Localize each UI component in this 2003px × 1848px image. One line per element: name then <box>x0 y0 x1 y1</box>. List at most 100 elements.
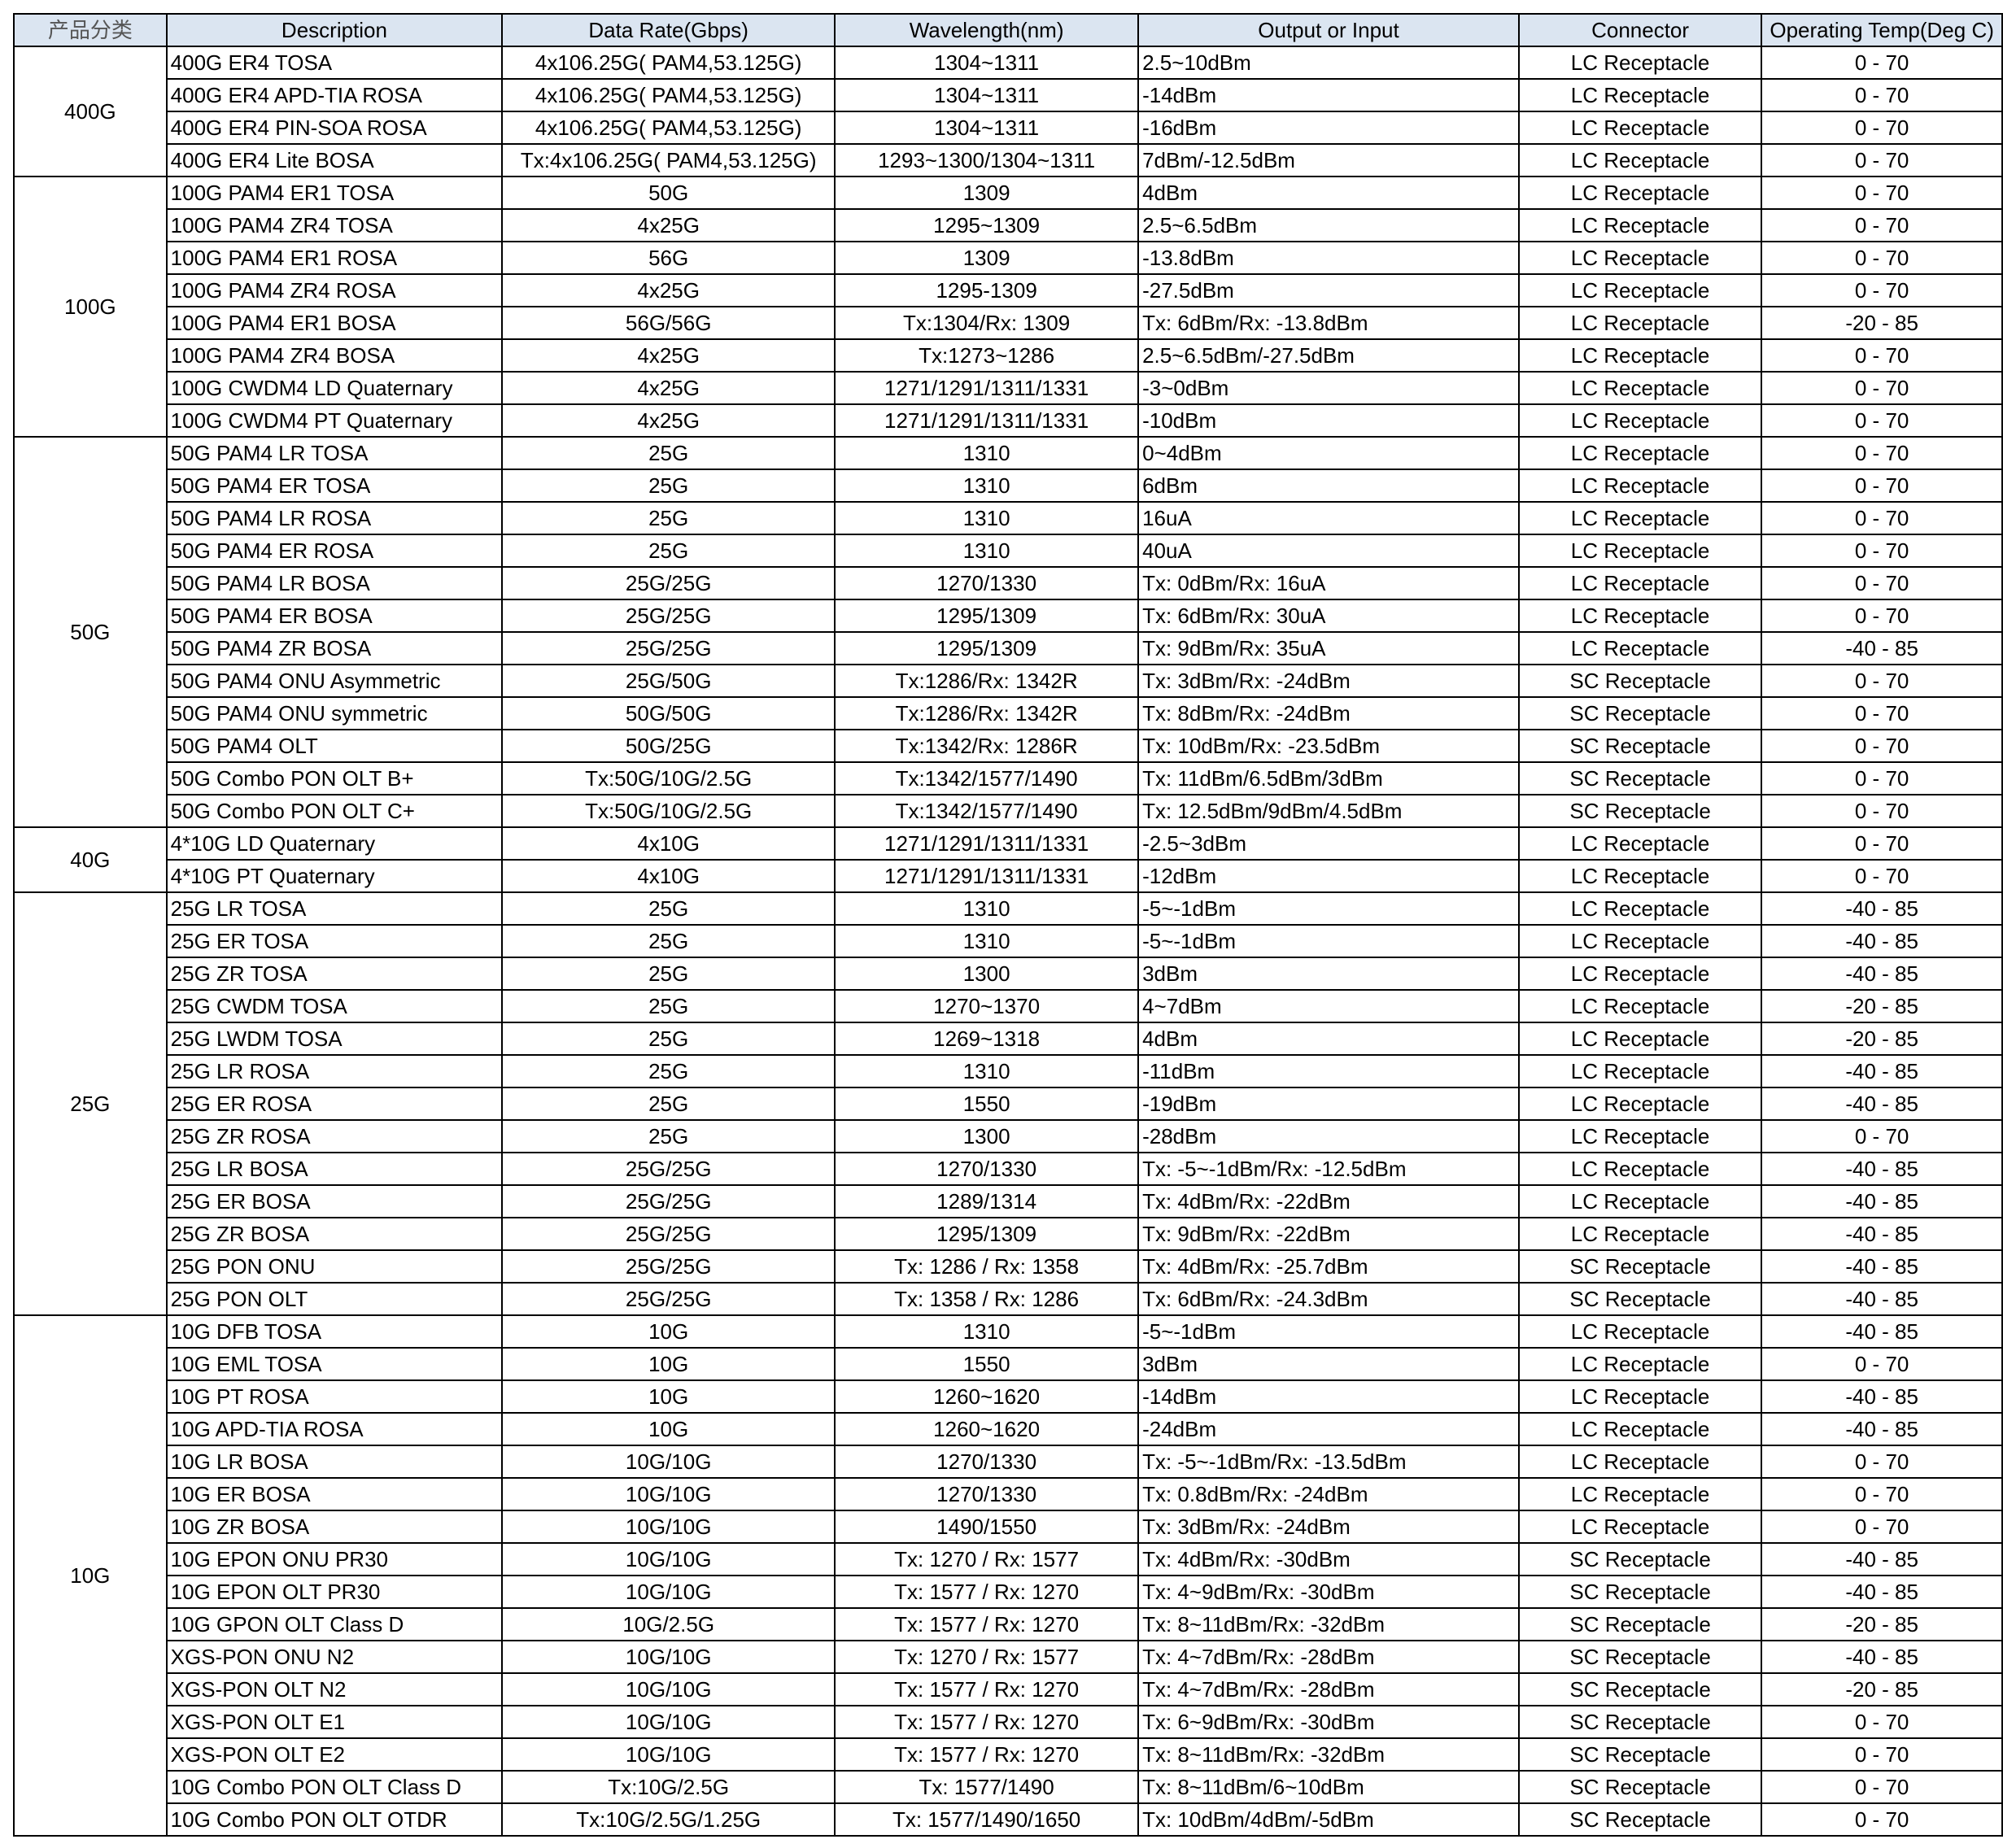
connector-cell: LC Receptacle <box>1517 371 1763 405</box>
operating-temp-cell: 0 - 70 <box>1761 1737 2003 1772</box>
table-row: 25G ZR TOSA 25G 1300 3dBm LC Receptacle -40 -… <box>14 957 2003 991</box>
wavelength-cell: 1270~1370 <box>834 989 1140 1023</box>
output-input-cell: -10dBm <box>1137 403 1520 438</box>
operating-temp-cell: 0 - 70 <box>1761 111 2003 145</box>
operating-temp-cell: 0 - 70 <box>1761 143 2003 177</box>
table-row: 25G LWDM TOSA 25G 1269~1318 4dBm LC Receptac… <box>14 1022 2003 1056</box>
operating-temp-cell: 0 - 70 <box>1761 761 2003 795</box>
data-rate-cell: 10G <box>501 1347 836 1381</box>
operating-temp-cell: -40 - 85 <box>1761 1542 2003 1576</box>
wavelength-cell: 1310 <box>834 501 1140 535</box>
operating-temp-cell: -40 - 85 <box>1761 1184 2003 1218</box>
data-rate-cell: 25G/50G <box>501 664 836 698</box>
data-rate-cell: 25G/25G <box>501 566 836 600</box>
description-cell: 100G CWDM4 PT Quaternary <box>165 403 504 438</box>
data-rate-cell: 4x10G <box>501 826 836 861</box>
connector-cell: SC Receptacle <box>1517 1672 1763 1706</box>
connector-cell: LC Receptacle <box>1517 338 1763 373</box>
table-row: 50G Combo PON OLT C+ Tx:50G/10G/2.5G Tx:13… <box>14 794 2003 828</box>
operating-temp-cell: 0 - 70 <box>1761 46 2003 80</box>
wavelength-cell: 1270/1330 <box>834 1445 1140 1479</box>
category-cell: 40G <box>13 826 168 893</box>
connector-cell: LC Receptacle <box>1517 208 1763 242</box>
description-cell: 10G ER BOSA <box>165 1477 504 1511</box>
data-rate-cell: Tx:50G/10G/2.5G <box>501 761 836 795</box>
operating-temp-cell: 0 - 70 <box>1761 436 2003 470</box>
wavelength-cell: Tx: 1358 / Rx: 1286 <box>834 1282 1140 1316</box>
wavelength-cell: 1269~1318 <box>834 1022 1140 1056</box>
description-cell: 25G ZR TOSA <box>165 957 504 991</box>
operating-temp-cell: 0 - 70 <box>1761 469 2003 503</box>
connector-cell: LC Receptacle <box>1517 501 1763 535</box>
wavelength-cell: Tx: 1577 / Rx: 1270 <box>834 1672 1140 1706</box>
operating-temp-cell: 0 - 70 <box>1761 534 2003 568</box>
description-cell: 10G Combo PON OLT OTDR <box>165 1802 504 1837</box>
output-input-cell: 3dBm <box>1137 957 1520 991</box>
output-input-cell: 3dBm <box>1137 1347 1520 1381</box>
wavelength-cell: Tx: 1286 / Rx: 1358 <box>834 1249 1140 1284</box>
connector-cell: LC Receptacle <box>1517 599 1763 633</box>
operating-temp-cell: 0 - 70 <box>1761 403 2003 438</box>
data-rate-cell: 4x25G <box>501 403 836 438</box>
output-input-cell: Tx: 8~11dBm/Rx: -32dBm <box>1137 1607 1520 1641</box>
data-rate-cell: 10G/10G <box>501 1477 836 1511</box>
description-cell: 25G LR ROSA <box>165 1054 504 1088</box>
table-row: 400G ER4 Lite BOSA Tx:4x106.25G( PAM4,53.… <box>14 143 2003 177</box>
wavelength-cell: 1310 <box>834 436 1140 470</box>
operating-temp-cell: 0 - 70 <box>1761 338 2003 373</box>
operating-temp-cell: -40 - 85 <box>1761 1640 2003 1674</box>
wavelength-cell: Tx: 1577 / Rx: 1270 <box>834 1575 1140 1609</box>
operating-temp-cell: 0 - 70 <box>1761 1510 2003 1544</box>
data-rate-cell: 25G <box>501 1022 836 1056</box>
wavelength-cell: 1270/1330 <box>834 1477 1140 1511</box>
output-input-cell: 16uA <box>1137 501 1520 535</box>
output-input-cell: Tx: 3dBm/Rx: -24dBm <box>1137 664 1520 698</box>
operating-temp-cell: -20 - 85 <box>1761 1672 2003 1706</box>
category-cell: 10G <box>13 1314 168 1837</box>
description-cell: 25G LR TOSA <box>165 891 504 926</box>
header-wavelength: Wavelength(nm) <box>834 13 1140 47</box>
wavelength-cell: 1260~1620 <box>834 1379 1140 1414</box>
connector-cell: SC Receptacle <box>1517 696 1763 730</box>
output-input-cell: Tx: 0dBm/Rx: 16uA <box>1137 566 1520 600</box>
output-input-cell: -2.5~3dBm <box>1137 826 1520 861</box>
operating-temp-cell: 0 - 70 <box>1761 1705 2003 1739</box>
connector-cell: LC Receptacle <box>1517 78 1763 112</box>
wavelength-cell: Tx: 1270 / Rx: 1577 <box>834 1640 1140 1674</box>
data-rate-cell: 25G <box>501 1087 836 1121</box>
connector-cell: LC Receptacle <box>1517 534 1763 568</box>
data-rate-cell: 25G/25G <box>501 631 836 665</box>
description-cell: 10G APD-TIA ROSA <box>165 1412 504 1446</box>
operating-temp-cell: 0 - 70 <box>1761 1477 2003 1511</box>
table-row: 50G PAM4 ER BOSA 25G/25G 1295/1309 Tx: 6dBm… <box>14 599 2003 633</box>
connector-cell: LC Receptacle <box>1517 469 1763 503</box>
output-input-cell: Tx: 6~9dBm/Rx: -30dBm <box>1137 1705 1520 1739</box>
connector-cell: SC Receptacle <box>1517 1770 1763 1804</box>
table-row: 50G PAM4 LR BOSA 25G/25G 1270/1330 Tx: 0dBm… <box>14 566 2003 600</box>
data-rate-cell: 4x106.25G( PAM4,53.125G) <box>501 46 836 80</box>
table-row: 10G GPON OLT Class D 10G/2.5G Tx: 1577 / R… <box>14 1607 2003 1641</box>
operating-temp-cell: -40 - 85 <box>1761 1054 2003 1088</box>
data-rate-cell: 25G <box>501 1054 836 1088</box>
data-rate-cell: 25G <box>501 436 836 470</box>
table-row: 50G PAM4 ZR BOSA 25G/25G 1295/1309 Tx: 9dBm… <box>14 631 2003 665</box>
connector-cell: LC Receptacle <box>1517 1510 1763 1544</box>
connector-cell: LC Receptacle <box>1517 1314 1763 1349</box>
wavelength-cell: 1310 <box>834 534 1140 568</box>
data-rate-cell: 25G/25G <box>501 599 836 633</box>
data-rate-cell: 10G <box>501 1314 836 1349</box>
description-cell: 100G PAM4 ZR4 TOSA <box>165 208 504 242</box>
table-row: 25G 25G LR TOSA 25G 1310 -5~-1dBm LC Receptac… <box>13 891 2003 1316</box>
connector-cell: SC Receptacle <box>1517 1249 1763 1284</box>
output-input-cell: Tx: 12.5dBm/9dBm/4.5dBm <box>1137 794 1520 828</box>
operating-temp-cell: 0 - 70 <box>1761 1445 2003 1479</box>
table-row: 25G ER BOSA 25G/25G 1289/1314 Tx: 4dBm/Rx: … <box>14 1184 2003 1218</box>
description-cell: 10G EPON ONU PR30 <box>165 1542 504 1576</box>
wavelength-cell: Tx:1342/Rx: 1286R <box>834 729 1140 763</box>
header-connector: Connector <box>1517 13 1763 47</box>
description-cell: 50G PAM4 ONU Asymmetric <box>165 664 504 698</box>
operating-temp-cell: 0 - 70 <box>1761 208 2003 242</box>
category-cell: 50G <box>13 436 168 828</box>
data-rate-cell: 4x25G <box>501 338 836 373</box>
connector-cell: LC Receptacle <box>1517 1412 1763 1446</box>
